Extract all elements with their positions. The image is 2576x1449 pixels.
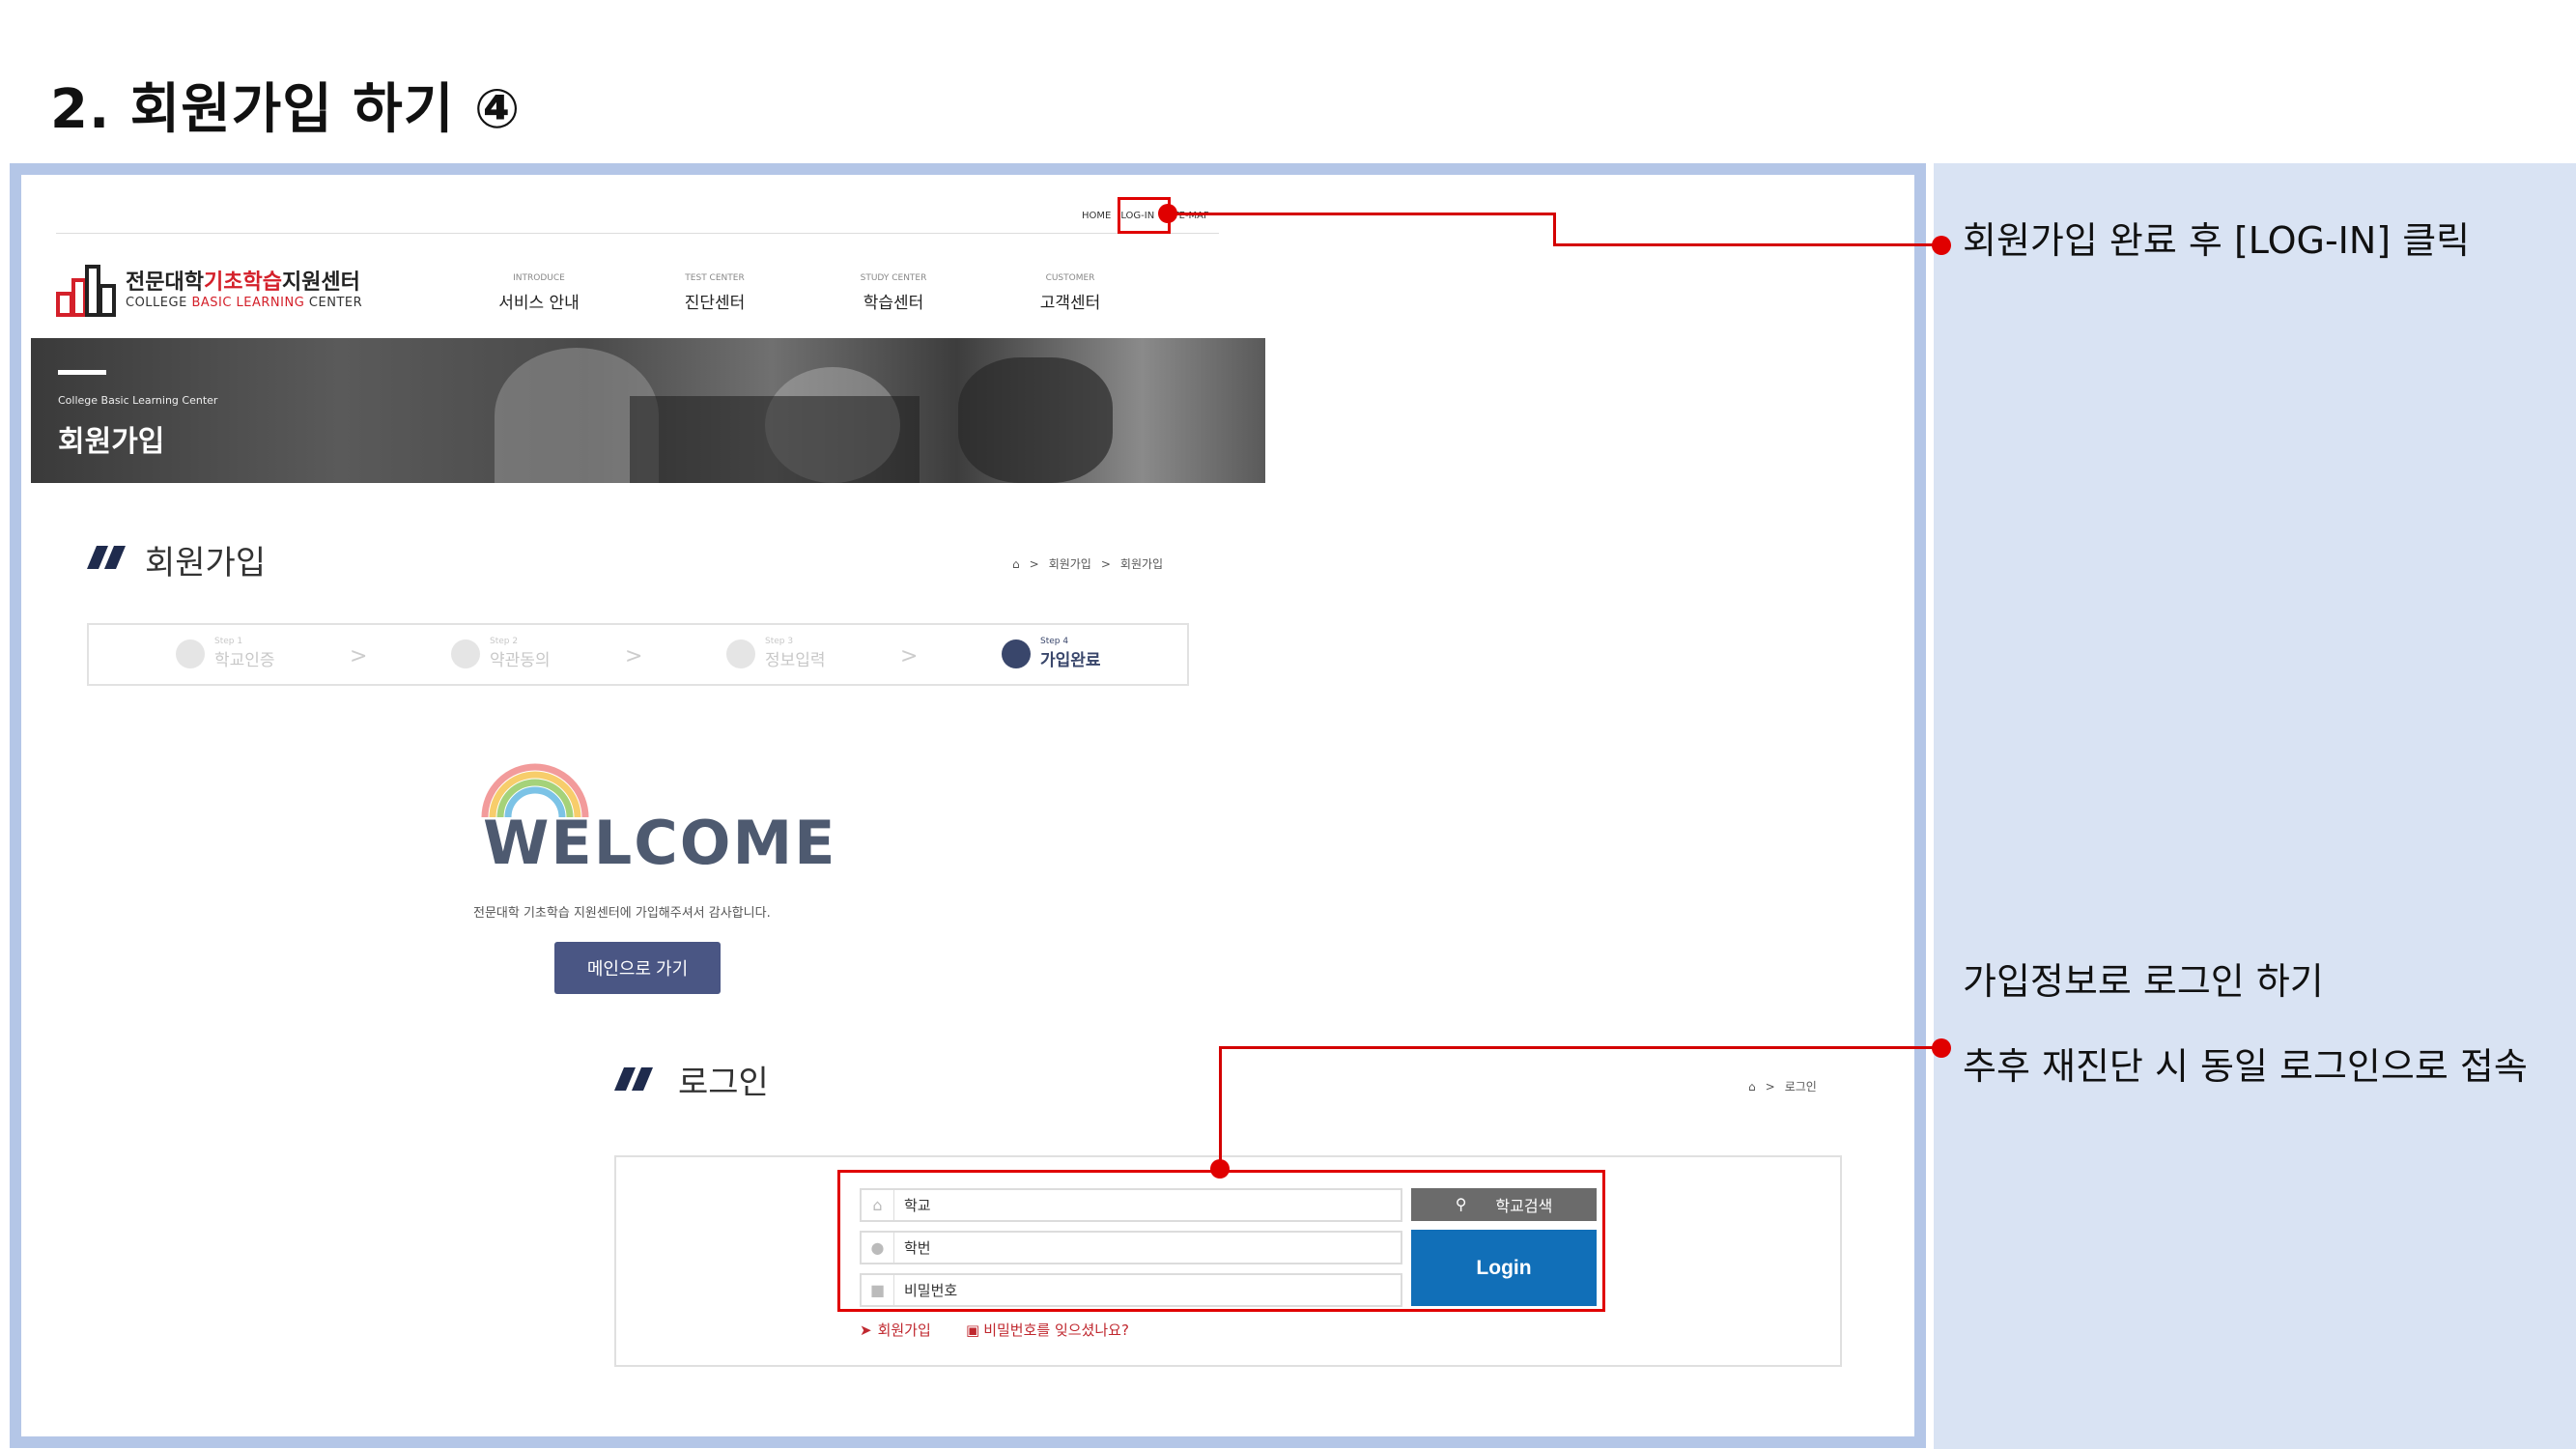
step-label: 약관동의 <box>490 651 551 670</box>
nav-item-label: 진단센터 <box>684 294 746 313</box>
breadcrumb-separator-icon: > <box>1029 556 1039 571</box>
logo-en-prefix: COLLEGE <box>126 295 192 310</box>
hero-banner: College Basic Learning Center 회원가입 <box>31 338 1265 483</box>
banner-title: 회원가입 <box>58 425 165 459</box>
nav-item-en-label: CUSTOMER <box>1045 273 1095 283</box>
go-to-main-button[interactable]: 메인으로 가기 <box>554 942 721 994</box>
banner-photo-shape <box>958 357 1113 483</box>
check-icon <box>176 639 205 668</box>
step-number: Step 1 <box>214 637 243 646</box>
signup-step-indicator: Step 1 학교인증 > Step 2 약관동의 > Step 3 정보입력 > S… <box>87 623 1189 686</box>
welcome-heading: WELCOME <box>483 808 837 878</box>
step-label: 정보입력 <box>765 651 826 670</box>
banner-accent-bar <box>58 370 106 375</box>
chevron-right-icon: > <box>350 644 368 668</box>
sign-in-icon: ➤ <box>860 1321 872 1339</box>
step-school-auth: Step 1 학교인증 <box>176 637 275 670</box>
callout-line <box>1169 213 1556 215</box>
login-form-highlight-box <box>837 1170 1605 1312</box>
forgot-password-label: 비밀번호를 잊으셨나요? <box>983 1321 1129 1339</box>
logo-text-english: COLLEGE BASIC LEARNING CENTER <box>126 296 362 310</box>
nav-item-service-info[interactable]: INTRODUCE 서비스 안내 <box>471 273 607 313</box>
banner-photo-shape <box>630 396 920 483</box>
home-icon[interactable]: ⌂ <box>1012 557 1020 571</box>
header-divider <box>56 233 1219 234</box>
breadcrumb-item: 로그인 <box>1784 1080 1817 1094</box>
note-reconnect: 추후 재진단 시 동일 로그인으로 접속 <box>1963 1045 2528 1088</box>
callout-dot <box>1210 1159 1230 1179</box>
logo-text: 전문대학기초학습지원센터 COLLEGE BASIC LEARNING CENT… <box>126 265 362 310</box>
user-check-icon <box>1002 639 1031 668</box>
breadcrumb-item: 회원가입 <box>1119 557 1164 571</box>
step-number: Step 4 <box>1040 637 1069 646</box>
login-section-title: 로그인 <box>678 1064 769 1102</box>
callout-dot <box>1932 1038 1951 1058</box>
logo-text-korean: 전문대학기초학습지원센터 <box>126 265 362 296</box>
join-link[interactable]: ➤ 회원가입 <box>860 1320 931 1340</box>
nav-item-study-center[interactable]: STUDY CENTER 학습센터 <box>826 273 961 313</box>
logo-en-highlight: BASIC LEARNING <box>191 295 305 310</box>
home-link[interactable]: HOME <box>1082 211 1111 221</box>
callout-line <box>1553 213 1556 246</box>
logo-ko-highlight: 기초학습 <box>203 270 282 295</box>
step-number: Step 3 <box>765 637 794 646</box>
section-slash-icon <box>87 546 126 569</box>
nav-item-customer-center[interactable]: CUSTOMER 고객센터 <box>1003 273 1138 313</box>
step-label: 학교인증 <box>214 651 275 670</box>
nav-item-en-label: STUDY CENTER <box>860 273 927 283</box>
step-info-input: Step 3 정보입력 <box>726 637 826 670</box>
step-terms-agree: Step 2 약관동의 <box>451 637 551 670</box>
forgot-password-link[interactable]: ▣ 비밀번호를 잊으셨나요? <box>966 1320 1129 1340</box>
nav-item-label: 고객센터 <box>1039 294 1101 313</box>
login-breadcrumb: ⌂ > 로그인 <box>1748 1078 1817 1094</box>
step-signup-complete: Step 4 가입완료 <box>1002 637 1101 670</box>
breadcrumb-separator-icon: > <box>1100 556 1111 571</box>
nav-item-label: 학습센터 <box>863 294 924 313</box>
nav-item-test-center[interactable]: TEST CENTER 진단센터 <box>647 273 782 313</box>
callout-dot <box>1932 236 1951 255</box>
welcome-message: 전문대학 기초학습 지원센터에 가입해주셔서 감사합니다. <box>473 906 771 921</box>
note-login-click: 회원가입 완료 후 [LOG-IN] 클릭 <box>1963 219 2471 262</box>
join-link-label: 회원가입 <box>877 1321 931 1339</box>
logo-ko-prefix: 전문대학 <box>126 270 204 295</box>
chevron-right-icon: > <box>900 644 919 668</box>
cblc-logo-icon <box>56 265 116 317</box>
callout-line <box>1219 1046 1222 1170</box>
edit-icon <box>726 639 755 668</box>
callout-line <box>1219 1046 1941 1049</box>
logo-ko-suffix: 지원센터 <box>281 270 360 295</box>
step-number: Step 2 <box>490 637 519 646</box>
section-slash-icon <box>614 1067 653 1091</box>
lock-icon: ▣ <box>966 1321 980 1339</box>
nav-item-label: 서비스 안내 <box>498 294 580 313</box>
logo-en-suffix: CENTER <box>304 295 363 310</box>
check-icon <box>451 639 480 668</box>
signup-section-title: 회원가입 <box>145 544 267 582</box>
breadcrumb-item[interactable]: 회원가입 <box>1049 555 1091 572</box>
nav-item-en-label: INTRODUCE <box>513 273 565 283</box>
callout-dot <box>1158 204 1177 223</box>
note-login-with-info: 가입정보로 로그인 하기 <box>1963 960 2324 1003</box>
home-icon[interactable]: ⌂ <box>1748 1080 1756 1094</box>
step-label: 가입완료 <box>1040 651 1101 670</box>
slide-title: 2. 회원가입 하기 ④ <box>50 78 522 141</box>
signup-breadcrumb: ⌂ > 회원가입 > 회원가입 <box>1012 555 1163 572</box>
nav-item-en-label: TEST CENTER <box>685 273 745 283</box>
breadcrumb-separator-icon: > <box>1765 1079 1775 1094</box>
site-logo[interactable]: 전문대학기초학습지원센터 COLLEGE BASIC LEARNING CENT… <box>56 257 362 317</box>
chevron-right-icon: > <box>625 644 643 668</box>
notes-panel <box>1934 163 2576 1449</box>
banner-subtitle: College Basic Learning Center <box>58 394 218 407</box>
callout-line <box>1553 243 1941 246</box>
